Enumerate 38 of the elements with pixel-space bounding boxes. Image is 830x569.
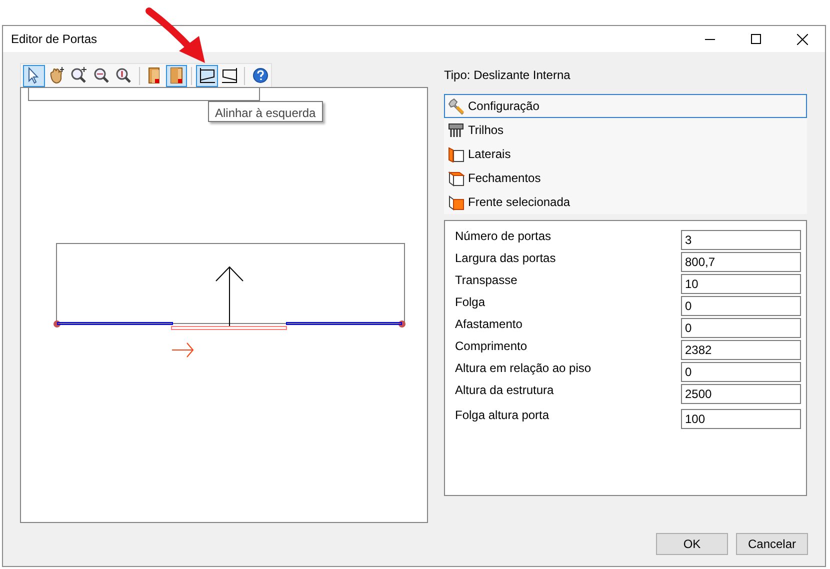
door-button[interactable] bbox=[166, 64, 188, 86]
align-left-button[interactable] bbox=[196, 64, 218, 86]
section-item[interactable]: Trilhos bbox=[444, 118, 807, 142]
property-field[interactable]: 10 bbox=[681, 274, 801, 294]
cabinet-sides-icon bbox=[448, 146, 465, 162]
property-label: Afastamento bbox=[455, 316, 522, 333]
property-label: Número de portas bbox=[455, 228, 552, 245]
property-label: Largura das portas bbox=[455, 250, 556, 267]
property-field[interactable]: 800,7 bbox=[681, 252, 801, 272]
type-label: Tipo: Deslizante Interna bbox=[444, 67, 572, 84]
property-field[interactable]: 0 bbox=[681, 318, 801, 338]
property-field[interactable]: 100 bbox=[681, 409, 801, 429]
property-label: Transpasse bbox=[455, 272, 518, 289]
close-icon bbox=[796, 34, 808, 44]
section-item[interactable]: Configuração bbox=[444, 94, 807, 118]
property-label: Comprimento bbox=[455, 338, 528, 355]
window-title: Editor de Portas bbox=[11, 31, 98, 48]
section-item[interactable]: Laterais bbox=[444, 142, 807, 166]
rails-icon bbox=[448, 122, 465, 138]
property-field[interactable]: 0 bbox=[681, 362, 801, 382]
section-item[interactable]: Frente selecionada bbox=[444, 190, 807, 214]
cabinet-top-icon bbox=[448, 170, 465, 186]
cabinet-front-icon bbox=[448, 194, 465, 210]
property-field[interactable]: 2382 bbox=[681, 340, 801, 360]
property-field[interactable]: 0 bbox=[681, 296, 801, 316]
property-field[interactable]: 3 bbox=[681, 230, 801, 250]
property-label: Folga altura porta bbox=[455, 407, 550, 424]
cancel-button[interactable]: Cancelar bbox=[736, 533, 808, 555]
ok-button[interactable]: OK bbox=[656, 533, 728, 555]
pointer-button[interactable] bbox=[23, 64, 44, 86]
property-label: Folga bbox=[455, 294, 486, 311]
property-field[interactable]: 2500 bbox=[681, 384, 801, 404]
wrench-icon bbox=[448, 98, 465, 114]
property-label: Altura da estrutura bbox=[455, 382, 554, 399]
section-item[interactable]: Fechamentos bbox=[444, 166, 807, 190]
maximize-icon bbox=[751, 34, 761, 44]
tooltip: Alinhar à esquerda bbox=[208, 101, 323, 122]
property-label: Altura em relação ao piso bbox=[455, 360, 592, 377]
